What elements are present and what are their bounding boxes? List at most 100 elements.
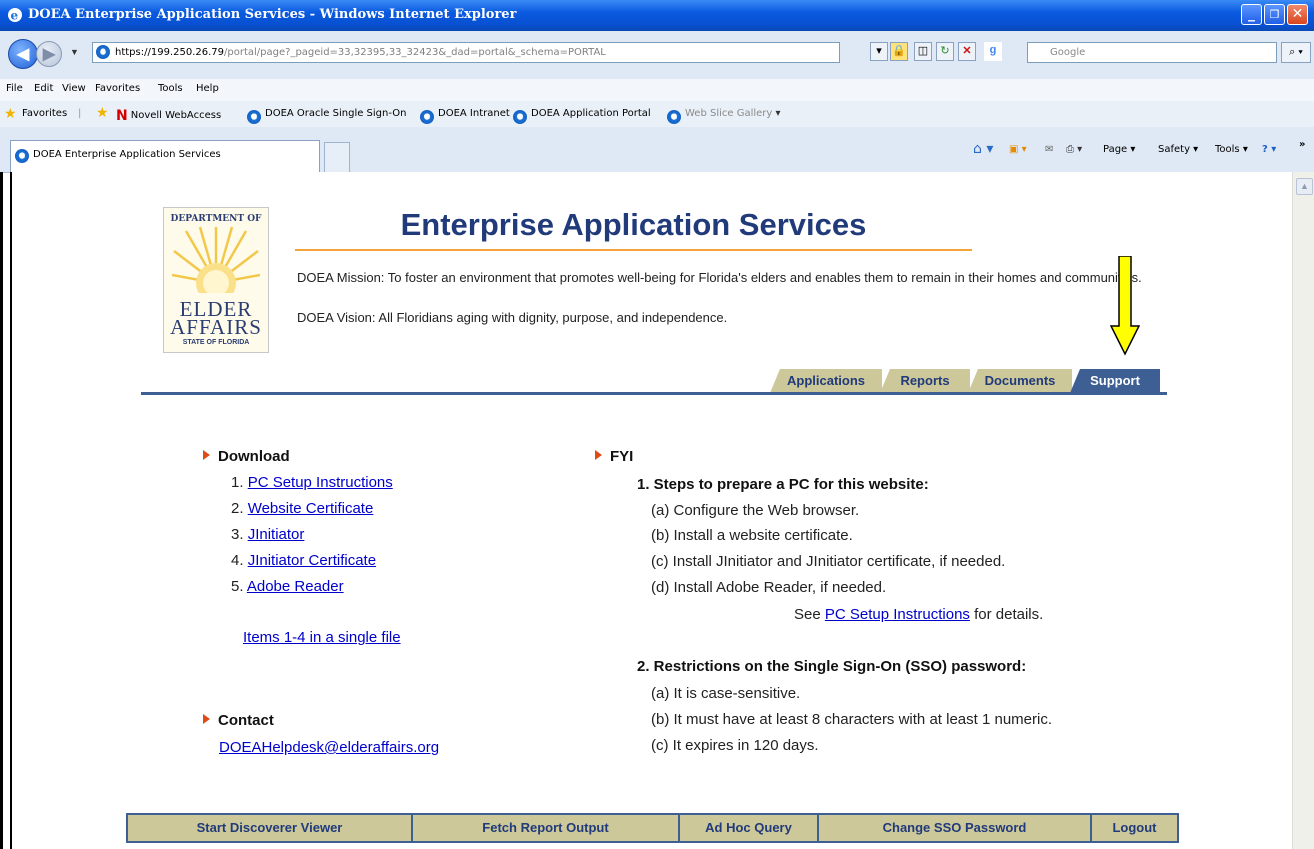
novell-icon: N xyxy=(116,108,128,124)
back-arrow-icon: ◀ xyxy=(16,46,30,63)
menu-file[interactable]: File xyxy=(6,83,23,94)
jinitiator-certificate-link[interactable]: JInitiator Certificate xyxy=(248,552,376,569)
tab-documents[interactable]: Documents xyxy=(968,369,1072,393)
print-icon[interactable]: ⎙ ▾ xyxy=(1066,144,1082,155)
recent-pages-dropdown-icon[interactable]: ▼ xyxy=(70,47,79,57)
favorites-button[interactable]: Favorites xyxy=(22,108,67,119)
change-sso-password-button[interactable]: Change SSO Password xyxy=(819,815,1092,841)
fav-novell[interactable]: N Novell WebAccess xyxy=(116,108,221,124)
google-logo-icon: g xyxy=(984,42,1002,61)
pc-setup-instructions-link[interactable]: PC Setup Instructions xyxy=(825,606,970,623)
adobe-reader-link[interactable]: Adobe Reader xyxy=(247,578,344,595)
download-heading: Download xyxy=(203,448,290,465)
help-icon[interactable]: ? ▾ xyxy=(1262,144,1276,155)
see-pre: See xyxy=(794,606,825,623)
download-item: 5. Adobe Reader xyxy=(231,578,344,595)
logo-affairs-text: AFFAIRS xyxy=(170,315,262,339)
fav-portal[interactable]: e DOEA Application Portal xyxy=(513,108,651,124)
download-item: 2. Website Certificate xyxy=(231,500,373,517)
ie-page-icon: e xyxy=(15,149,29,163)
tools-menu[interactable]: Tools ▾ xyxy=(1215,144,1248,155)
steps-heading: 1. Steps to prepare a PC for this websit… xyxy=(637,476,929,493)
scroll-up-icon[interactable]: ▲ xyxy=(1296,178,1313,195)
back-button[interactable]: ◀ xyxy=(8,39,38,69)
download-item: 3. JInitiator xyxy=(231,526,304,543)
safety-menu[interactable]: Safety ▾ xyxy=(1158,144,1198,155)
fav-intranet[interactable]: e DOEA Intranet xyxy=(420,108,510,124)
page-icon: e xyxy=(96,45,110,59)
step-item: (c) Install JInitiator and JInitiator ce… xyxy=(651,553,1006,570)
window-title: DOEA Enterprise Application Services - W… xyxy=(28,7,517,22)
vertical-scrollbar[interactable]: ▲ xyxy=(1292,172,1314,849)
download-item: 1. PC Setup Instructions xyxy=(231,474,393,491)
fav-sso[interactable]: e DOEA Oracle Single Sign-On xyxy=(247,108,406,124)
menu-help[interactable]: Help xyxy=(196,83,219,94)
forward-arrow-icon: ▶ xyxy=(42,46,56,63)
new-tab-button[interactable] xyxy=(324,142,350,172)
search-icon[interactable]: ⌕ ▾ xyxy=(1281,42,1311,63)
page-menu[interactable]: Page ▾ xyxy=(1103,144,1135,155)
menu-view[interactable]: View xyxy=(62,83,86,94)
contact-heading: Contact xyxy=(203,712,274,729)
logout-button[interactable]: Logout xyxy=(1092,815,1177,841)
menu-tools[interactable]: Tools xyxy=(158,83,183,94)
restore-icon: ❐ xyxy=(1269,8,1280,21)
ie-page-icon: e xyxy=(247,110,261,124)
menu-favorites[interactable]: Favorites xyxy=(95,83,140,94)
address-input[interactable]: https://199.250.26.79/portal/page?_pagei… xyxy=(92,42,840,63)
lock-icon[interactable]: 🔒 xyxy=(890,42,908,61)
tab-applications[interactable]: Applications xyxy=(770,369,882,393)
pc-setup-link[interactable]: PC Setup Instructions xyxy=(248,474,393,491)
favorites-bar: ★ Favorites | ★ N Novell WebAccess e DOEA … xyxy=(0,101,1314,128)
feeds-icon[interactable]: ▣ ▾ xyxy=(1009,144,1027,155)
tools-menu-label: Tools xyxy=(1215,144,1240,155)
favorites-star-icon: ★ xyxy=(4,106,17,122)
search-input[interactable]: Google xyxy=(1027,42,1277,63)
svg-text:e: e xyxy=(11,9,19,23)
tab-reports[interactable]: Reports xyxy=(880,369,970,393)
helpdesk-email-link[interactable]: DOEAHelpdesk@elderaffairs.org xyxy=(219,739,439,756)
ie-page-icon: e xyxy=(513,110,527,124)
item-num: 1. xyxy=(231,474,244,491)
chevron-down-icon: ▾ xyxy=(775,108,781,119)
mail-icon[interactable]: ✉ xyxy=(1045,144,1053,155)
fav-webslice[interactable]: e Web Slice Gallery ▾ xyxy=(667,108,781,124)
restriction-item: (c) It expires in 120 days. xyxy=(651,737,819,754)
jinitiator-link[interactable]: JInitiator xyxy=(248,526,305,543)
ie-logo-icon: e xyxy=(8,8,22,23)
stop-icon[interactable]: ✕ xyxy=(958,42,976,61)
page-menu-label: Page xyxy=(1103,144,1128,155)
forward-button[interactable]: ▶ xyxy=(36,41,62,67)
start-discoverer-viewer-button[interactable]: Start Discoverer Viewer xyxy=(128,815,413,841)
restriction-item: (a) It is case-sensitive. xyxy=(651,685,801,702)
compat-view-icon[interactable]: ◫ xyxy=(914,42,932,61)
restore-button[interactable]: ❐ xyxy=(1264,4,1285,25)
tab-label: DOEA Enterprise Application Services xyxy=(33,149,221,160)
more-commands-icon[interactable]: » xyxy=(1299,139,1305,150)
home-icon[interactable]: ⌂ ▾ xyxy=(973,141,993,157)
contact-item: DOEAHelpdesk@elderaffairs.org xyxy=(219,739,439,756)
tab-doea[interactable]: e DOEA Enterprise Application Services xyxy=(10,140,320,172)
vision-statement: DOEA Vision: All Floridians aging with d… xyxy=(297,310,728,325)
fav-portal-label: DOEA Application Portal xyxy=(531,108,651,119)
website-certificate-link[interactable]: Website Certificate xyxy=(248,500,374,517)
single-file-link[interactable]: Items 1-4 in a single file xyxy=(243,629,401,646)
address-toolbar: ◀ ▶ ▼ https://199.250.26.79/portal/page?… xyxy=(0,31,1314,80)
address-dropdown-button[interactable]: ▾ xyxy=(870,42,888,61)
title-bar: e DOEA Enterprise Application Services -… xyxy=(0,0,1314,31)
menu-edit[interactable]: Edit xyxy=(34,83,53,94)
close-button[interactable]: ✕ xyxy=(1287,4,1308,25)
title-underline xyxy=(295,249,972,251)
ad-hoc-query-button[interactable]: Ad Hoc Query xyxy=(680,815,819,841)
download-title: Download xyxy=(218,448,290,465)
tab-support[interactable]: Support xyxy=(1070,369,1160,393)
url-host: https://199.250.26.79 xyxy=(115,47,225,58)
fav-intranet-label: DOEA Intranet xyxy=(438,108,510,119)
minimize-button[interactable]: _ xyxy=(1241,4,1262,25)
refresh-icon[interactable]: ↻ xyxy=(936,42,954,61)
browser-window: e DOEA Enterprise Application Services -… xyxy=(0,0,1314,849)
menu-bar: File Edit View Favorites Tools Help xyxy=(0,79,1314,102)
item-num: 2. xyxy=(231,500,244,517)
add-to-favorites-icon[interactable]: ★ xyxy=(96,105,109,121)
fetch-report-output-button[interactable]: Fetch Report Output xyxy=(413,815,680,841)
